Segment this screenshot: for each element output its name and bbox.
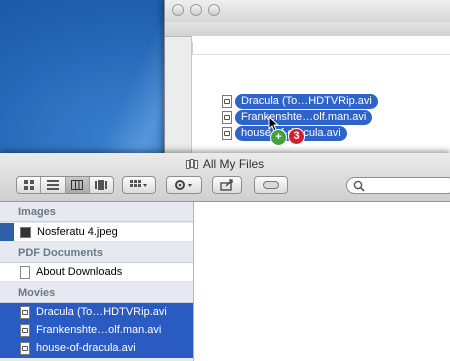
file-name: Nosferatu 4.jpeg bbox=[37, 226, 118, 238]
file-row-dracula[interactable]: Dracula (To…HDTVRip.avi bbox=[0, 303, 193, 322]
movie-file-icon bbox=[222, 126, 232, 140]
column-view-button[interactable] bbox=[65, 177, 90, 193]
toggle-button[interactable] bbox=[254, 176, 288, 194]
zoom-window-button[interactable] bbox=[208, 4, 220, 16]
movie-file-icon bbox=[20, 305, 30, 319]
file-preview-area[interactable] bbox=[194, 202, 450, 361]
file-name: About Downloads bbox=[36, 266, 123, 278]
list-view-icon bbox=[46, 180, 59, 190]
drag-ghost-label: Frankenshte…olf.man.avi bbox=[235, 109, 373, 125]
movie-file-icon bbox=[20, 341, 30, 355]
file-row-about-downloads[interactable]: About Downloads bbox=[0, 263, 193, 282]
column-divider bbox=[192, 42, 193, 54]
search-icon bbox=[353, 180, 365, 192]
column-view-icon bbox=[71, 180, 84, 190]
drag-ghost-item: Frankenshte…olf.man.avi bbox=[222, 109, 373, 125]
file-row-nosferatu[interactable]: Nosferatu 4.jpeg bbox=[0, 223, 193, 242]
arrange-button[interactable] bbox=[122, 176, 156, 194]
file-row-frankenstein[interactable]: Frankenshte…olf.man.avi bbox=[0, 321, 193, 340]
image-file-icon bbox=[20, 226, 31, 238]
file-name: Dracula (To…HDTVRip.avi bbox=[36, 306, 167, 318]
window-title: All My Files bbox=[202, 157, 265, 171]
file-name: house-of-dracula.avi bbox=[36, 342, 136, 354]
pill-icon bbox=[263, 181, 279, 189]
movie-file-icon bbox=[222, 110, 232, 124]
pdf-file-icon bbox=[20, 265, 30, 279]
section-header-images: Images bbox=[0, 202, 193, 222]
movie-file-icon bbox=[20, 323, 30, 337]
grid-icon bbox=[130, 180, 147, 187]
share-button[interactable] bbox=[212, 176, 242, 194]
drag-count-badge: 3 bbox=[288, 128, 305, 145]
close-window-button[interactable] bbox=[172, 4, 184, 16]
icon-view-button[interactable] bbox=[17, 177, 42, 193]
action-button[interactable] bbox=[166, 176, 202, 194]
window-title-bar: All My Files bbox=[0, 157, 450, 171]
view-mode-control[interactable] bbox=[16, 176, 114, 194]
section-header-pdf: PDF Documents bbox=[0, 243, 193, 263]
row-marker bbox=[0, 223, 14, 241]
back-window-titlebar[interactable] bbox=[165, 0, 450, 23]
drag-ghost-item: Dracula (To…HDTVRip.avi bbox=[222, 93, 378, 109]
list-view-button[interactable] bbox=[41, 177, 66, 193]
share-icon bbox=[220, 179, 233, 191]
back-window-toolbar bbox=[165, 22, 450, 37]
front-window-titlebar[interactable]: All My Files bbox=[0, 153, 450, 202]
section-header-movies: Movies bbox=[0, 283, 193, 303]
icon-view-icon bbox=[23, 180, 34, 190]
column-header-row bbox=[192, 42, 450, 55]
gear-icon bbox=[175, 180, 192, 190]
search-field[interactable] bbox=[346, 177, 450, 194]
all-my-files-icon bbox=[185, 158, 198, 170]
drag-ghost-label: Dracula (To…HDTVRip.avi bbox=[235, 93, 378, 109]
copy-plus-badge: + bbox=[270, 129, 287, 146]
minimize-window-button[interactable] bbox=[190, 4, 202, 16]
file-row-house-of-dracula[interactable]: house-of-dracula.avi bbox=[0, 339, 193, 358]
coverflow-view-button[interactable] bbox=[89, 177, 113, 193]
coverflow-view-icon bbox=[95, 180, 108, 190]
file-name: Frankenshte…olf.man.avi bbox=[36, 324, 162, 336]
movie-file-icon bbox=[222, 94, 232, 108]
file-list-sidebar[interactable]: Images Nosferatu 4.jpeg PDF Documents Ab… bbox=[0, 202, 194, 361]
all-my-files-window[interactable]: All My Files Images Nosferatu 4.jpeg PDF… bbox=[0, 153, 450, 361]
